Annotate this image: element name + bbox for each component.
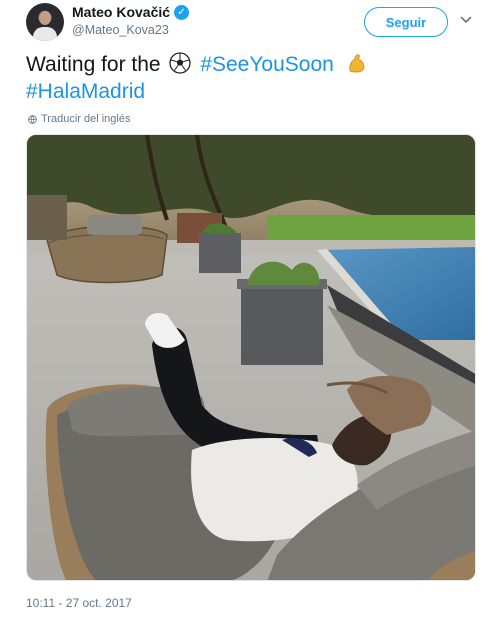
display-name-row[interactable]: Mateo Kovačić ✓ [72, 4, 190, 20]
translate-label[interactable]: Traducir del inglés [41, 113, 130, 125]
tweet: Mateo Kovačić ✓ @Mateo_Kova23 Seguir Wai… [0, 0, 491, 619]
avatar[interactable] [26, 3, 64, 41]
hashtag-halamadrid[interactable]: #HalaMadrid [26, 80, 145, 103]
display-name[interactable]: Mateo Kovačić [72, 4, 170, 20]
flexed-biceps-emoji [349, 54, 365, 73]
globe-icon [28, 114, 37, 124]
tweet-text: Waiting for the #SeeYouSoon #HalaMadrid [26, 51, 476, 105]
tweet-header: Mateo Kovačić ✓ @Mateo_Kova23 Seguir [26, 3, 476, 43]
soccer-ball-emoji [169, 52, 192, 74]
user-handle[interactable]: @Mateo_Kova23 [72, 23, 189, 37]
translate-link[interactable]: Traducir del inglés [28, 113, 130, 125]
chevron-down-icon[interactable] [460, 14, 472, 26]
tweet-photo[interactable] [26, 134, 476, 581]
follow-button[interactable]: Seguir [364, 7, 448, 37]
avatar-shirt [33, 27, 57, 41]
hashtag-seeyousoon[interactable]: #SeeYouSoon [200, 53, 334, 76]
tweet-timestamp[interactable]: 10:11 - 27 oct. 2017 [26, 596, 132, 610]
verified-badge-icon: ✓ [174, 4, 190, 20]
avatar-face [39, 11, 51, 25]
tweet-photo-image [27, 135, 475, 580]
user-names[interactable]: Mateo Kovačić ✓ @Mateo_Kova23 [72, 4, 190, 37]
tweet-text-lead: Waiting for the [26, 53, 161, 76]
